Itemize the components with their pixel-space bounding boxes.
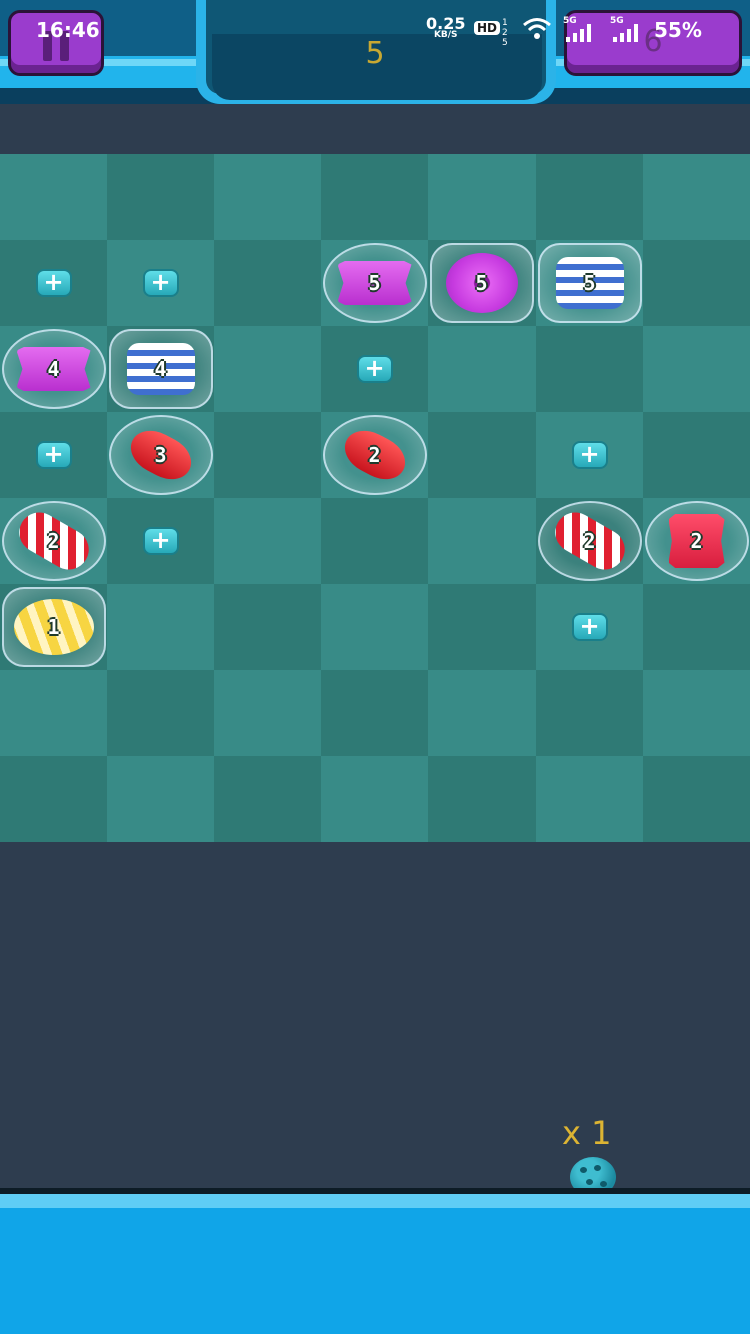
candy-hit-count: 2 <box>368 443 381 467</box>
candy-hit-count: 3 <box>154 443 167 467</box>
board-cell <box>643 326 750 412</box>
candy-block-wrapped-red: 2 <box>644 501 749 581</box>
board-cell <box>107 584 214 670</box>
hd-icon: HD <box>474 21 501 35</box>
board-cell <box>214 756 321 842</box>
candy-hit-count: 1 <box>47 615 60 639</box>
add-ball-pickup-icon: + <box>356 355 393 383</box>
board-cell <box>321 756 428 842</box>
signal-icon-2 <box>613 24 643 42</box>
signal-icon-1 <box>566 24 596 42</box>
game-board: + + + + + + +5 5 5 4 4 3 2 2 2 2 1 <box>0 154 750 842</box>
status-time: 16:46 <box>36 18 100 42</box>
board-cell <box>107 756 214 842</box>
candy-block-striped-blue: 4 <box>108 329 213 409</box>
board-cell <box>536 326 643 412</box>
candy-block-jellybean-red: 2 <box>322 415 427 495</box>
board-cell <box>643 756 750 842</box>
board-cell <box>214 670 321 756</box>
candy-hit-count: 5 <box>368 271 381 295</box>
board-cell <box>428 584 536 670</box>
board-cell <box>643 412 750 498</box>
launcher-floor <box>0 1194 750 1334</box>
candy-block-striped-blue: 5 <box>537 243 642 323</box>
board-cell <box>0 756 107 842</box>
board-cell <box>428 670 536 756</box>
board-cell <box>536 154 643 240</box>
board-cell <box>428 498 536 584</box>
candy-hit-count: 4 <box>47 357 60 381</box>
board-cell <box>643 240 750 326</box>
board-cell <box>643 154 750 240</box>
board-cell <box>428 326 536 412</box>
board-cell <box>428 154 536 240</box>
add-ball-pickup-icon: + <box>142 527 179 555</box>
board-cell <box>321 154 428 240</box>
candy-hit-count: 2 <box>47 529 60 553</box>
candy-hit-count: 2 <box>583 529 596 553</box>
board-cell <box>643 670 750 756</box>
board-cell <box>214 498 321 584</box>
board-cell <box>321 498 428 584</box>
board-cell <box>214 326 321 412</box>
board-cell <box>536 670 643 756</box>
add-ball-pickup-icon: + <box>35 441 72 469</box>
board-cell <box>214 584 321 670</box>
board-cell <box>428 756 536 842</box>
add-ball-pickup-icon: + <box>571 613 608 641</box>
candy-hit-count: 5 <box>583 271 596 295</box>
board-cell <box>0 670 107 756</box>
board-cell <box>107 154 214 240</box>
sim-slot-indicator: 1 2 5 <box>502 18 508 48</box>
candy-block-jellybean-red: 3 <box>108 415 213 495</box>
board-cell <box>428 412 536 498</box>
board-cell <box>0 154 107 240</box>
board-cell <box>643 584 750 670</box>
launcher-floor-highlight <box>0 1194 750 1208</box>
add-ball-pickup-icon: + <box>35 269 72 297</box>
candy-block-wrapped-purple: 4 <box>1 329 106 409</box>
candy-hit-count: 2 <box>690 529 703 553</box>
status-net-speed: 0.25 KB/S <box>426 16 465 40</box>
candy-block-candycane-red: 2 <box>1 501 106 581</box>
add-ball-pickup-icon: + <box>142 269 179 297</box>
board-cell <box>321 670 428 756</box>
candy-block-wrapped-purple: 5 <box>322 243 427 323</box>
board-cell <box>214 412 321 498</box>
candy-block-donut-purple: 5 <box>429 243 534 323</box>
candy-hit-count: 4 <box>154 357 167 381</box>
board-cell <box>321 584 428 670</box>
battery-level: 55% <box>654 18 702 42</box>
add-ball-pickup-icon: + <box>571 441 608 469</box>
board-cell <box>107 670 214 756</box>
board-cell <box>214 240 321 326</box>
candy-block-ball-yellow: 1 <box>1 587 106 667</box>
wifi-icon <box>522 16 552 40</box>
board-cell <box>536 756 643 842</box>
ammo-count: x 1 <box>562 1114 612 1152</box>
board-cell <box>214 154 321 240</box>
candy-hit-count: 5 <box>475 271 488 295</box>
candy-block-candycane-red: 2 <box>537 501 642 581</box>
